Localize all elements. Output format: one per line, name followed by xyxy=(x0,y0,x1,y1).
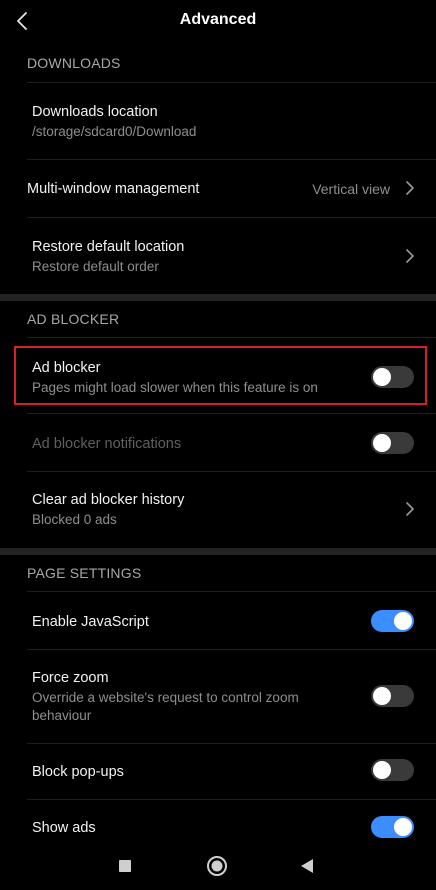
downloads-location-path: /storage/sdcard0/Download xyxy=(32,124,197,139)
show-ads-title: Show ads xyxy=(32,820,96,836)
downloads-location-row[interactable]: Downloads location /storage/sdcard0/Down… xyxy=(0,83,436,159)
toggle-knob xyxy=(373,434,391,452)
home-button[interactable] xyxy=(201,850,233,882)
ad-blocker-notifications-toggle[interactable] xyxy=(371,432,414,454)
section-header-page-settings: PAGE SETTINGS xyxy=(27,565,142,581)
recents-button[interactable] xyxy=(110,851,140,881)
chevron-right-icon xyxy=(406,181,414,195)
circle-icon xyxy=(207,856,227,876)
block-popups-row[interactable]: Block pop-ups xyxy=(0,744,436,799)
force-zoom-toggle[interactable] xyxy=(371,685,414,707)
force-zoom-subtitle-line2: behaviour xyxy=(32,708,92,723)
section-separator xyxy=(0,548,436,555)
ad-blocker-notifications-title: Ad blocker notifications xyxy=(32,436,182,452)
multi-window-value: Vertical view xyxy=(312,181,390,197)
block-popups-title: Block pop-ups xyxy=(32,764,124,780)
restore-default-row[interactable]: Restore default location Restore default… xyxy=(0,218,436,294)
force-zoom-row[interactable]: Force zoom Override a website's request … xyxy=(0,650,436,743)
force-zoom-title: Force zoom xyxy=(32,670,109,686)
enable-javascript-row[interactable]: Enable JavaScript xyxy=(0,592,436,649)
section-separator xyxy=(0,294,436,301)
show-ads-toggle[interactable] xyxy=(371,816,414,838)
section-header-downloads: DOWNLOADS xyxy=(27,55,121,71)
downloads-location-title: Downloads location xyxy=(32,104,158,120)
square-icon xyxy=(119,860,131,872)
chevron-right-icon xyxy=(406,249,414,263)
enable-javascript-toggle[interactable] xyxy=(371,610,414,632)
show-ads-row[interactable]: Show ads xyxy=(0,800,436,845)
force-zoom-subtitle-line1: Override a website's request to control … xyxy=(32,690,299,705)
block-popups-toggle[interactable] xyxy=(371,759,414,781)
clear-history-subtitle: Blocked 0 ads xyxy=(32,512,117,527)
ad-blocker-notifications-row[interactable]: Ad blocker notifications xyxy=(0,414,436,471)
multi-window-title: Multi-window management xyxy=(27,181,200,197)
page-title: Advanced xyxy=(179,11,257,28)
clear-history-title: Clear ad blocker history xyxy=(32,492,185,508)
chevron-right-icon xyxy=(406,502,414,516)
restore-default-title: Restore default location xyxy=(32,239,185,255)
clear-ad-blocker-history-row[interactable]: Clear ad blocker history Blocked 0 ads xyxy=(0,472,436,548)
toggle-knob xyxy=(373,761,391,779)
enable-javascript-title: Enable JavaScript xyxy=(32,614,149,630)
multi-window-row[interactable]: Multi-window management Vertical view xyxy=(0,160,436,217)
highlight-box xyxy=(14,346,427,405)
toggle-knob xyxy=(394,612,412,630)
toggle-knob xyxy=(373,687,391,705)
triangle-back-icon xyxy=(301,859,313,873)
system-nav-bar xyxy=(0,845,436,890)
section-header-ad-blocker: AD BLOCKER xyxy=(27,311,120,327)
restore-default-subtitle: Restore default order xyxy=(32,259,159,274)
toggle-knob xyxy=(394,818,412,836)
top-bar: Advanced xyxy=(0,0,436,42)
nav-back-button[interactable] xyxy=(292,851,322,881)
